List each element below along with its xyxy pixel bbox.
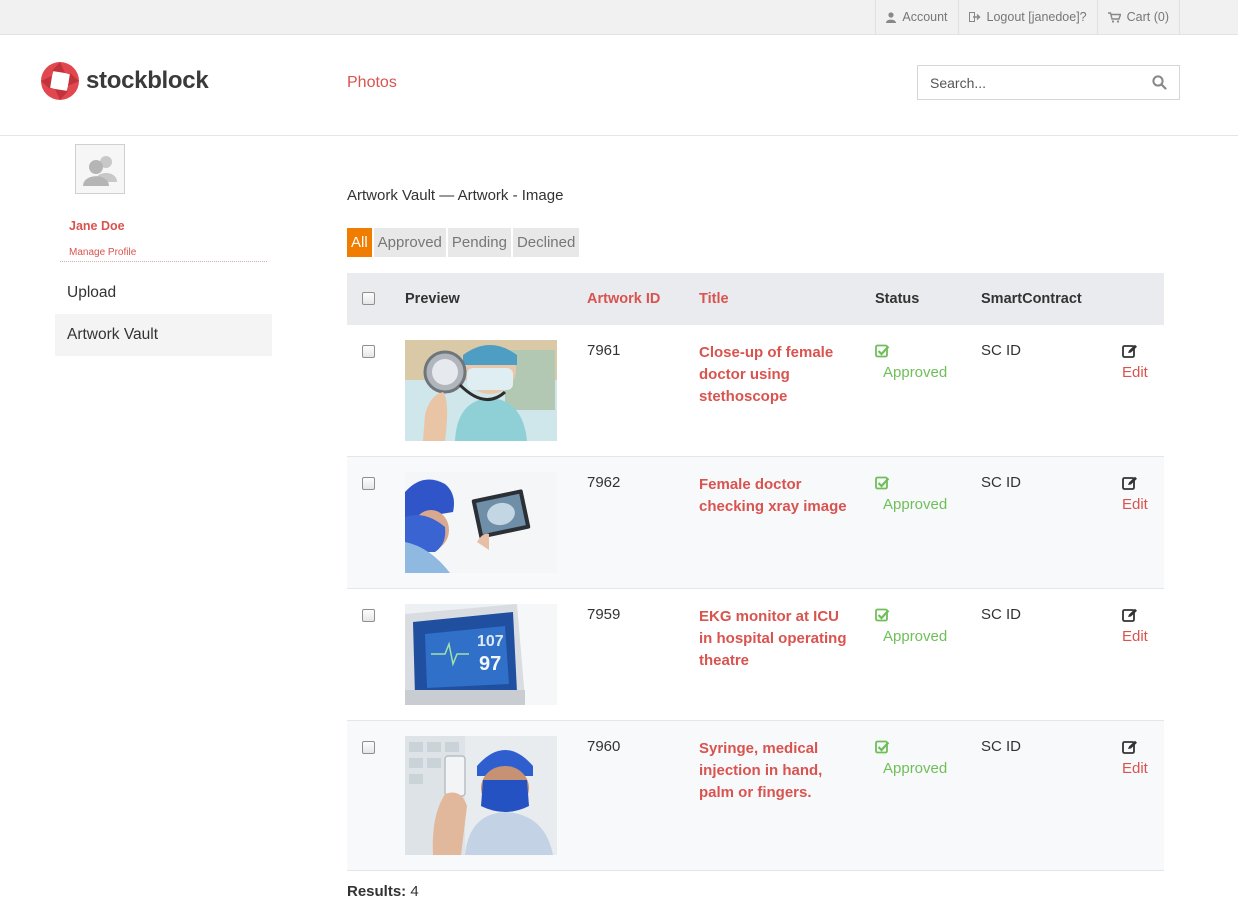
logo[interactable]: stockblock <box>40 61 209 101</box>
artwork-id: 7961 <box>587 342 621 359</box>
row-checkbox[interactable] <box>362 609 375 622</box>
artwork-thumbnail[interactable]: 107 97 <box>405 604 557 705</box>
profile-divider <box>60 261 267 262</box>
logo-text: stockblock <box>86 67 209 94</box>
filter-tab-pending[interactable]: Pending <box>447 228 511 257</box>
smart-contract-id: SC ID <box>981 342 1022 359</box>
edit-link[interactable]: Edit <box>1122 364 1148 381</box>
thumbnail-ekg-monitor: 107 97 <box>405 604 557 705</box>
search-icon[interactable] <box>1152 75 1167 90</box>
thumbnail-doctor-xray <box>405 472 557 573</box>
top-utility-bar: Account Logout [janedoe]? Cart (0) <box>0 0 1238 35</box>
edit-icon[interactable] <box>1122 344 1138 358</box>
artwork-thumbnail[interactable] <box>405 736 557 855</box>
profile-name[interactable]: Jane Doe <box>69 219 125 233</box>
artwork-id: 7962 <box>587 474 621 491</box>
column-preview: Preview <box>405 291 460 307</box>
avatar <box>75 144 125 194</box>
table-header: Preview Artwork ID Title Status SmartCon… <box>347 273 1164 325</box>
account-label: Account <box>902 10 948 24</box>
artwork-title[interactable]: Syringe, medical injection in hand, palm… <box>699 738 851 804</box>
svg-text:107: 107 <box>477 633 504 650</box>
smart-contract-id: SC ID <box>981 474 1022 491</box>
edit-icon[interactable] <box>1122 740 1138 754</box>
table-row: 7960 Syringe, medical injection in hand,… <box>347 721 1164 871</box>
artwork-title[interactable]: EKG monitor at ICU in hospital operating… <box>699 606 851 672</box>
status-filter-tabs: All Approved Pending Declined <box>347 228 580 257</box>
site-header: stockblock Photos <box>0 35 1238 136</box>
check-square-icon <box>875 476 890 490</box>
row-checkbox[interactable] <box>362 741 375 754</box>
artwork-thumbnail[interactable] <box>405 472 557 573</box>
artwork-id: 7960 <box>587 738 621 755</box>
thumbnail-doctor-stethoscope <box>405 340 557 441</box>
search-input[interactable] <box>918 66 1143 99</box>
artwork-title[interactable]: Female doctor checking xray image <box>699 474 851 518</box>
search-box <box>917 65 1180 100</box>
check-square-icon <box>875 740 890 754</box>
row-checkbox[interactable] <box>362 477 375 490</box>
table-row: 7961 Close-up of female doctor using ste… <box>347 325 1164 457</box>
edit-icon[interactable] <box>1122 608 1138 622</box>
select-all-checkbox[interactable] <box>362 292 375 305</box>
cart-label: Cart (0) <box>1126 10 1169 24</box>
svg-text:97: 97 <box>479 653 501 675</box>
edit-link[interactable]: Edit <box>1122 760 1148 777</box>
status-badge: Approved <box>883 496 948 513</box>
artwork-title[interactable]: Close-up of female doctor using stethosc… <box>699 342 851 408</box>
results-summary: Results: 4 <box>347 883 419 900</box>
cart-link[interactable]: Cart (0) <box>1096 0 1180 34</box>
account-link[interactable]: Account <box>875 0 957 34</box>
column-title[interactable]: Title <box>699 291 729 307</box>
column-smart-contract: SmartContract <box>981 291 1082 307</box>
user-icon <box>886 11 897 23</box>
row-checkbox[interactable] <box>362 345 375 358</box>
status-badge: Approved <box>883 364 948 381</box>
edit-icon[interactable] <box>1122 476 1138 490</box>
edit-link[interactable]: Edit <box>1122 496 1148 513</box>
artwork-id: 7959 <box>587 606 621 623</box>
table-row: 107 97 7959 EKG monitor at ICU in hospit… <box>347 589 1164 721</box>
check-square-icon <box>875 608 890 622</box>
column-status: Status <box>875 291 920 307</box>
sidebar-item-artwork-vault[interactable]: Artwork Vault <box>55 314 272 356</box>
column-artwork-id[interactable]: Artwork ID <box>587 291 660 307</box>
logout-label: Logout [janedoe]? <box>986 10 1087 24</box>
sign-out-icon <box>968 12 981 22</box>
nav-photos-link[interactable]: Photos <box>347 74 397 92</box>
logout-link[interactable]: Logout [janedoe]? <box>957 0 1097 34</box>
filter-tab-all[interactable]: All <box>347 228 372 257</box>
sidebar-item-upload[interactable]: Upload <box>55 272 272 314</box>
status-badge: Approved <box>883 628 948 645</box>
filter-tab-approved[interactable]: Approved <box>373 228 446 257</box>
check-square-icon <box>875 344 890 358</box>
manage-profile-link[interactable]: Manage Profile <box>69 247 136 258</box>
results-label: Results: <box>347 883 407 900</box>
page-breadcrumb: Artwork Vault — Artwork - Image <box>347 187 564 204</box>
artwork-thumbnail[interactable] <box>405 340 557 441</box>
edit-link[interactable]: Edit <box>1122 628 1148 645</box>
smart-contract-id: SC ID <box>981 738 1022 755</box>
thumbnail-syringe-nurse <box>405 736 557 855</box>
stockblock-logo-icon <box>41 62 79 100</box>
cart-icon <box>1107 11 1121 23</box>
status-badge: Approved <box>883 760 948 777</box>
smart-contract-id: SC ID <box>981 606 1022 623</box>
users-placeholder-icon <box>83 156 117 186</box>
results-count: 4 <box>410 883 419 900</box>
filter-tab-declined[interactable]: Declined <box>512 228 580 257</box>
artwork-table: Preview Artwork ID Title Status SmartCon… <box>347 273 1164 871</box>
table-row: 7962 Female doctor checking xray image A… <box>347 457 1164 589</box>
top-links: Account Logout [janedoe]? Cart (0) <box>875 0 1180 34</box>
